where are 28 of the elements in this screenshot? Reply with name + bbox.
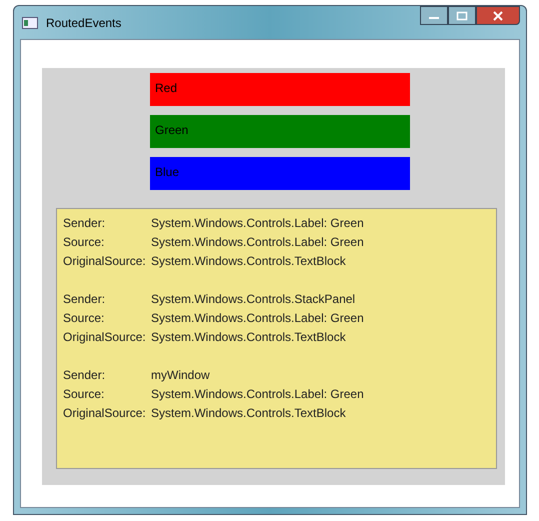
log-label: Sender: (63, 367, 106, 384)
window-icon (22, 16, 38, 28)
log-value: System.Windows.Controls.Label: Green (151, 234, 364, 251)
log-label: OriginalSource: (63, 329, 147, 346)
log-value: System.Windows.Controls.TextBlock (151, 405, 346, 422)
log-label: OriginalSource: (63, 253, 147, 270)
log-value: System.Windows.Controls.Label: Green (151, 215, 364, 232)
log-label: OriginalSource: (63, 405, 147, 422)
log-value: System.Windows.Controls.Label: Green (151, 386, 364, 403)
minimize-button[interactable] (420, 6, 448, 25)
log-value: System.Windows.Controls.TextBlock (151, 329, 346, 346)
color-label[interactable]: Green (150, 115, 410, 148)
log-label: Source: (63, 310, 106, 327)
log-value: System.Windows.Controls.Label: Green (151, 310, 364, 327)
close-button[interactable] (476, 6, 520, 25)
log-label: Source: (63, 386, 106, 403)
log-label: Sender: (63, 291, 106, 308)
log-label: Sender: (63, 215, 106, 232)
maximize-icon (456, 10, 468, 20)
close-icon (492, 10, 504, 20)
log-value: myWindow (151, 367, 210, 384)
color-label[interactable]: Blue (150, 157, 410, 190)
color-label[interactable]: Red (150, 73, 410, 106)
log-label: Source: (63, 234, 106, 251)
maximize-button[interactable] (448, 6, 476, 25)
log-value: System.Windows.Controls.StackPanel (151, 291, 356, 308)
log-value: System.Windows.Controls.TextBlock (151, 253, 346, 270)
window-title: RoutedEvents (46, 16, 122, 30)
